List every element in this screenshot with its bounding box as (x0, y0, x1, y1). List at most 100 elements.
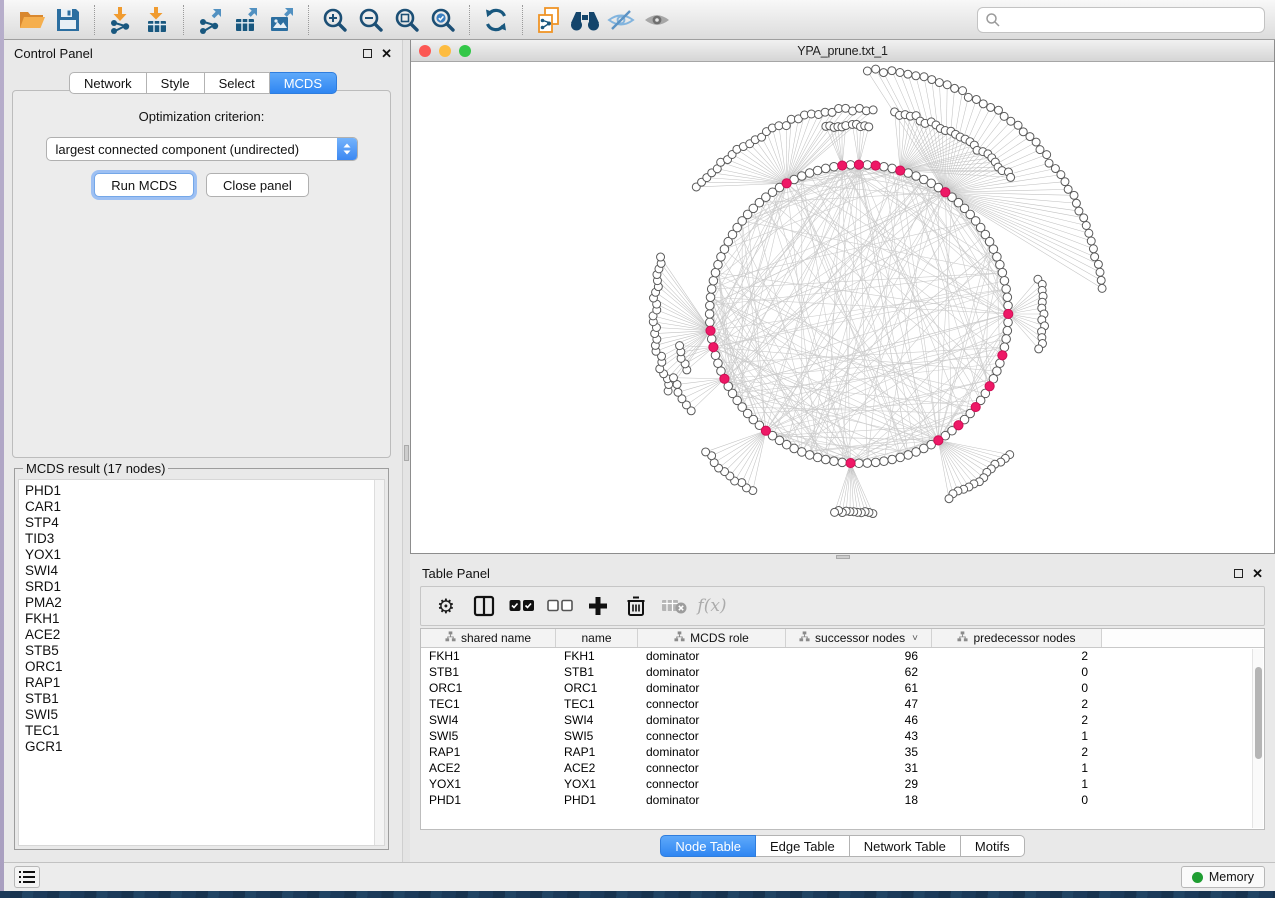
table-settings-icon[interactable]: ⚙ (429, 590, 463, 622)
table-cell[interactable]: PHD1 (556, 792, 638, 808)
table-row[interactable]: SWI4SWI4dominator462 (421, 712, 1264, 728)
table-cell[interactable]: connector (638, 696, 786, 712)
search-input[interactable] (977, 7, 1265, 33)
mcds-result-item[interactable]: STP4 (25, 515, 384, 531)
close-panel-icon[interactable]: ✕ (381, 47, 392, 60)
tab-network-table[interactable]: Network Table (850, 835, 961, 857)
mcds-result-item[interactable]: PMA2 (25, 595, 384, 611)
splitter-handle[interactable] (404, 445, 409, 461)
table-cell[interactable]: dominator (638, 648, 786, 664)
select-all-icon[interactable] (505, 590, 539, 622)
close-panel-icon[interactable]: ✕ (1252, 567, 1263, 580)
first-neighbors-icon[interactable] (567, 3, 603, 37)
table-cell[interactable]: 1 (932, 728, 1102, 744)
table-cell[interactable]: FKH1 (421, 648, 556, 664)
memory-button[interactable]: Memory (1181, 866, 1265, 888)
table-cell[interactable]: SWI5 (556, 728, 638, 744)
float-panel-icon[interactable] (363, 49, 372, 58)
mcds-result-item[interactable]: GCR1 (25, 739, 384, 755)
mcds-result-item[interactable]: YOX1 (25, 547, 384, 563)
table-row[interactable]: TEC1TEC1connector472 (421, 696, 1264, 712)
table-scrollbar[interactable] (1252, 649, 1263, 828)
import-table-icon[interactable] (139, 3, 175, 37)
table-cell[interactable]: YOX1 (556, 776, 638, 792)
table-row[interactable]: FKH1FKH1dominator962 (421, 648, 1264, 664)
table-cell[interactable]: dominator (638, 712, 786, 728)
table-cell[interactable]: 43 (786, 728, 932, 744)
add-column-icon[interactable] (581, 590, 615, 622)
table-cell[interactable]: 2 (932, 696, 1102, 712)
network-canvas[interactable] (411, 62, 1274, 553)
table-row[interactable]: PHD1PHD1dominator180 (421, 792, 1264, 808)
table-cell[interactable]: SWI5 (421, 728, 556, 744)
table-cell[interactable]: 29 (786, 776, 932, 792)
table-cell[interactable]: 18 (786, 792, 932, 808)
table-row[interactable]: SWI5SWI5connector431 (421, 728, 1264, 744)
zoom-in-icon[interactable] (317, 3, 353, 37)
export-table-icon[interactable] (228, 3, 264, 37)
mcds-result-item[interactable]: FKH1 (25, 611, 384, 627)
table-cell[interactable]: 0 (932, 792, 1102, 808)
column-header-predecessor-nodes[interactable]: predecessor nodes (932, 629, 1102, 647)
table-cell[interactable]: 35 (786, 744, 932, 760)
column-header-name[interactable]: name (556, 629, 638, 647)
table-cell[interactable]: PHD1 (421, 792, 556, 808)
show-columns-icon[interactable] (467, 590, 501, 622)
table-cell[interactable]: 0 (932, 680, 1102, 696)
table-cell[interactable]: RAP1 (421, 744, 556, 760)
mcds-result-item[interactable]: STB5 (25, 643, 384, 659)
mcds-result-item[interactable]: SWI5 (25, 707, 384, 723)
mcds-result-item[interactable]: SRD1 (25, 579, 384, 595)
float-panel-icon[interactable] (1234, 569, 1243, 578)
table-cell[interactable]: 0 (932, 664, 1102, 680)
table-row[interactable]: STB1STB1dominator620 (421, 664, 1264, 680)
zoom-selected-icon[interactable] (425, 3, 461, 37)
table-cell[interactable]: SWI4 (421, 712, 556, 728)
task-history-icon[interactable] (14, 866, 40, 888)
column-header-MCDS-role[interactable]: MCDS role (638, 629, 786, 647)
tab-motifs[interactable]: Motifs (961, 835, 1025, 857)
table-cell[interactable]: connector (638, 776, 786, 792)
table-cell[interactable]: FKH1 (556, 648, 638, 664)
open-icon[interactable] (14, 3, 50, 37)
run-mcds-button[interactable]: Run MCDS (94, 173, 194, 197)
table-cell[interactable]: 47 (786, 696, 932, 712)
tab-edge-table[interactable]: Edge Table (756, 835, 850, 857)
table-cell[interactable]: ORC1 (421, 680, 556, 696)
table-cell[interactable]: connector (638, 728, 786, 744)
mcds-result-item[interactable]: PHD1 (25, 483, 384, 499)
table-cell[interactable]: dominator (638, 664, 786, 680)
save-icon[interactable] (50, 3, 86, 37)
table-cell[interactable]: 2 (932, 712, 1102, 728)
function-builder-icon[interactable]: f(x) (695, 590, 729, 622)
show-all-icon[interactable] (639, 3, 675, 37)
mcds-result-item[interactable]: TEC1 (25, 723, 384, 739)
table-cell[interactable]: 46 (786, 712, 932, 728)
delete-table-icon[interactable] (657, 590, 691, 622)
table-cell[interactable]: dominator (638, 792, 786, 808)
deselect-all-icon[interactable] (543, 590, 577, 622)
table-cell[interactable]: RAP1 (556, 744, 638, 760)
mcds-result-item[interactable]: TID3 (25, 531, 384, 547)
mcds-result-item[interactable]: ORC1 (25, 659, 384, 675)
table-row[interactable]: YOX1YOX1connector291 (421, 776, 1264, 792)
table-cell[interactable]: dominator (638, 744, 786, 760)
table-cell[interactable]: ACE2 (421, 760, 556, 776)
node-table[interactable]: shared namenameMCDS rolesuccessor nodes˅… (420, 628, 1265, 830)
table-row[interactable]: ACE2ACE2connector311 (421, 760, 1264, 776)
table-cell[interactable]: TEC1 (421, 696, 556, 712)
tab-node-table[interactable]: Node Table (660, 835, 756, 857)
table-cell[interactable]: dominator (638, 680, 786, 696)
table-cell[interactable]: connector (638, 760, 786, 776)
table-cell[interactable]: 2 (932, 648, 1102, 664)
horizontal-splitter[interactable] (410, 554, 1275, 560)
vertical-splitter[interactable] (402, 40, 410, 862)
table-cell[interactable]: ORC1 (556, 680, 638, 696)
table-cell[interactable]: 61 (786, 680, 932, 696)
table-cell[interactable]: 1 (932, 760, 1102, 776)
table-cell[interactable]: SWI4 (556, 712, 638, 728)
close-panel-button[interactable]: Close panel (206, 173, 309, 197)
splitter-handle[interactable] (836, 555, 850, 559)
criterion-dropdown[interactable]: largest connected component (undirected) (46, 137, 358, 161)
result-scrollbar[interactable] (374, 480, 384, 845)
